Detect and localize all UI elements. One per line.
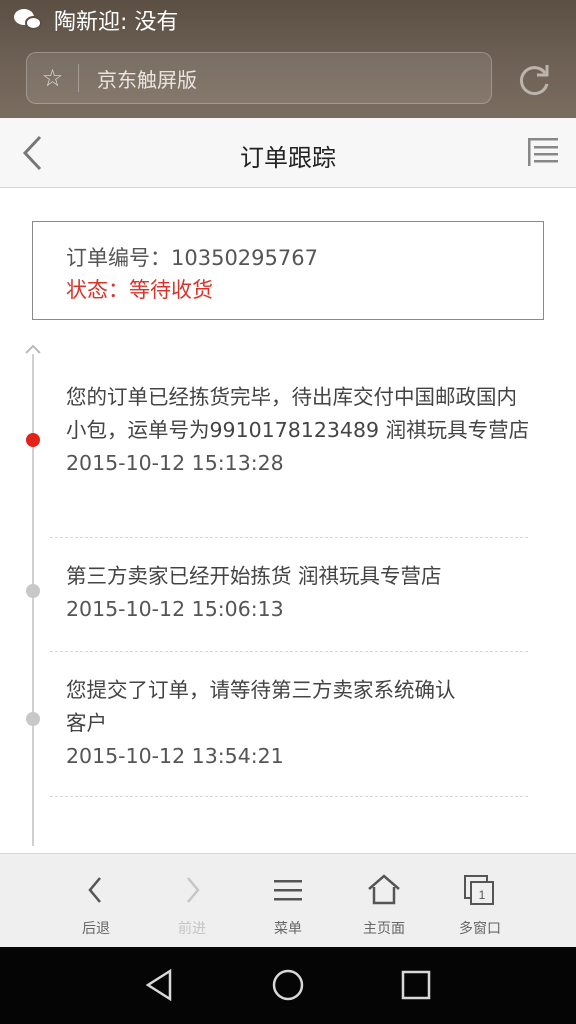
timeline-entry-text: 第三方卖家已经开始拣货 润祺玩具专营店 <box>66 564 442 588</box>
nav-recents-icon[interactable] <box>396 965 436 1005</box>
url-bar[interactable]: ☆ 京东触屏版 <box>26 52 492 104</box>
forward-label[interactable]: 前进 <box>144 918 240 938</box>
back-button[interactable]: 后退 <box>48 854 144 948</box>
nav-home-icon[interactable] <box>268 965 308 1005</box>
home-label[interactable]: 主页面 <box>336 918 432 938</box>
timeline-divider <box>50 537 528 538</box>
timeline-dot-active <box>26 433 40 447</box>
order-status: 状态：等待收货 <box>66 278 213 302</box>
order-number: 订单编号：10350295767 <box>66 246 318 270</box>
notification-text: 陶新迎: 没有 <box>54 10 179 35</box>
windows-icon[interactable]: 1 <box>462 872 498 908</box>
windows-count: 1 <box>479 888 486 902</box>
chevron-left-icon[interactable] <box>78 872 114 908</box>
timeline-divider <box>50 796 528 797</box>
menu-label[interactable]: 菜单 <box>240 918 336 938</box>
timeline-entry-time: 2015-10-12 13:54:21 <box>66 744 284 768</box>
timeline-entry-text: 您的订单已经拣货完毕，待出库交付中国邮政国内小包，运单号为99101781234… <box>66 385 530 442</box>
hamburger-icon[interactable] <box>270 872 306 908</box>
windows-button[interactable]: 1 多窗口 <box>432 854 528 948</box>
back-label[interactable]: 后退 <box>48 918 144 938</box>
page-header: 订单跟踪 <box>0 118 576 188</box>
forward-button[interactable]: 前进 <box>144 854 240 948</box>
notification: 陶新迎: 没有 <box>14 4 178 36</box>
refresh-icon[interactable] <box>514 60 554 100</box>
wechat-icon <box>14 7 44 33</box>
timeline-entry: 第三方卖家已经开始拣货 润祺玩具专营店 2015-10-12 15:06:13 <box>66 560 536 626</box>
page-title: 订单跟踪 <box>240 144 336 172</box>
home-icon[interactable] <box>366 872 402 908</box>
timeline-entry-time: 2015-10-12 15:06:13 <box>66 597 284 621</box>
browser-toolbar: 后退 前进 菜单 主页面 1 多窗口 <box>0 853 576 947</box>
timeline-entry-time: 2015-10-12 15:13:28 <box>66 451 284 475</box>
nav-back-icon[interactable] <box>140 965 180 1005</box>
timeline-dot <box>26 712 40 726</box>
timeline-dot <box>26 584 40 598</box>
home-button[interactable]: 主页面 <box>336 854 432 948</box>
url-text[interactable]: 京东触屏版 <box>97 64 197 93</box>
order-info-box: 订单编号：10350295767 状态：等待收货 <box>32 221 544 320</box>
windows-label[interactable]: 多窗口 <box>432 918 528 938</box>
timeline-divider <box>50 651 528 652</box>
chevron-right-icon[interactable] <box>174 872 210 908</box>
timeline-line <box>32 354 34 846</box>
timeline-entry: 您提交了订单，请等待第三方卖家系统确认 客户 2015-10-12 13:54:… <box>66 674 476 773</box>
list-menu-icon[interactable] <box>526 136 560 168</box>
system-nav-bar <box>0 947 576 1024</box>
timeline-entry-text: 您提交了订单，请等待第三方卖家系统确认 客户 <box>66 678 456 735</box>
browser-top-area: 陶新迎: 没有 ☆ 京东触屏版 <box>0 0 576 118</box>
menu-button[interactable]: 菜单 <box>240 854 336 948</box>
star-icon[interactable]: ☆ <box>27 64 79 92</box>
timeline-entry: 您的订单已经拣货完毕，待出库交付中国邮政国内小包，运单号为99101781234… <box>66 381 536 480</box>
